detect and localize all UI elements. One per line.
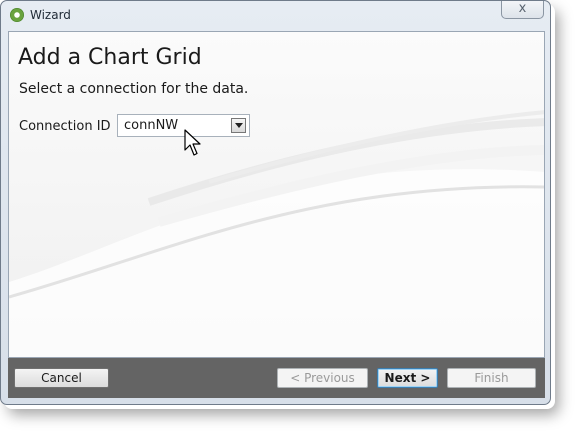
app-logo-icon	[10, 8, 24, 22]
close-button[interactable]: x	[501, 1, 544, 19]
wizard-window: Wizard x Add a Chart Grid Select a conne…	[0, 0, 551, 405]
connection-id-value: connNW	[124, 118, 179, 133]
wizard-content: Add a Chart Grid Select a connection for…	[8, 31, 545, 358]
finish-button[interactable]: Finish	[447, 368, 536, 388]
button-bar: Cancel < Previous Next > Finish	[8, 358, 545, 398]
connection-id-label: Connection ID	[19, 119, 111, 134]
mouse-cursor-icon	[184, 129, 201, 156]
chevron-down-icon	[235, 123, 243, 128]
previous-button[interactable]: < Previous	[277, 368, 368, 388]
dropdown-button[interactable]	[231, 118, 246, 133]
title-bar[interactable]: Wizard x	[1, 1, 550, 31]
page-subtitle: Select a connection for the data.	[19, 81, 249, 97]
next-button[interactable]: Next >	[377, 368, 438, 388]
page-title: Add a Chart Grid	[18, 45, 202, 70]
close-icon: x	[518, 1, 527, 16]
window-title: Wizard	[30, 8, 71, 22]
cancel-button[interactable]: Cancel	[14, 368, 109, 388]
